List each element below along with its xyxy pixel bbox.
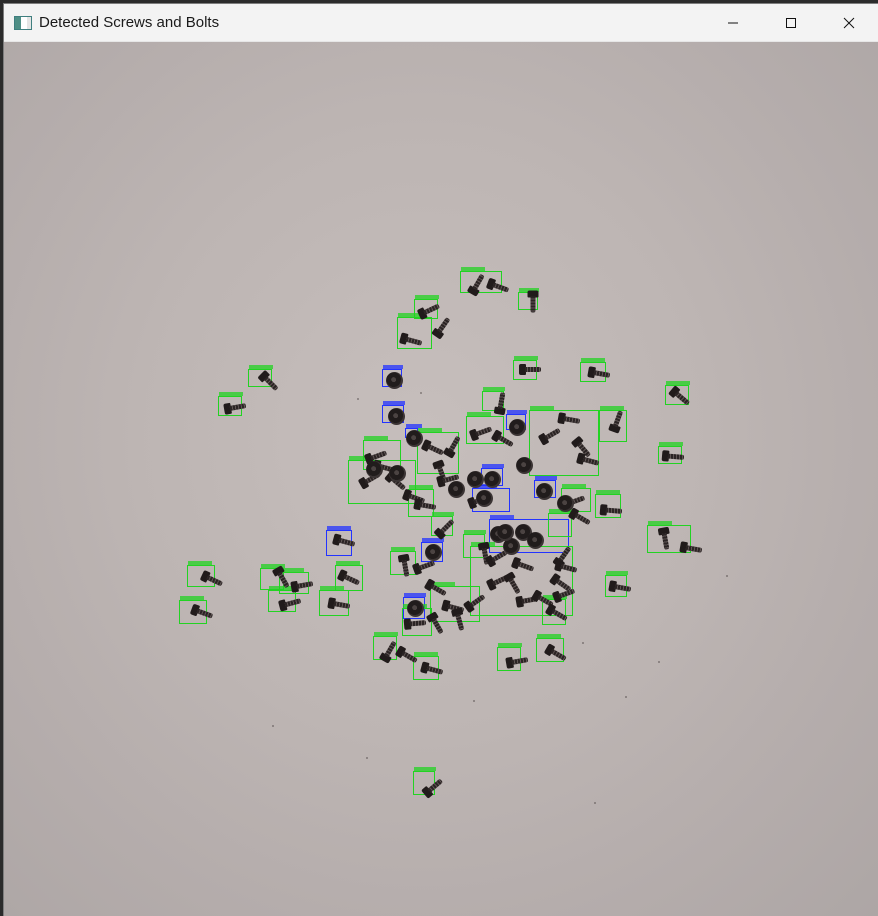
detection-label-mark	[600, 406, 624, 410]
screw	[290, 578, 314, 593]
detection-label-mark	[537, 634, 561, 638]
detection-label-mark	[336, 561, 360, 565]
close-icon	[843, 17, 855, 29]
bolt-head	[406, 430, 423, 447]
detection-label-mark	[180, 596, 204, 600]
screw	[223, 400, 247, 415]
detection-layer	[4, 42, 878, 916]
surface-speck	[366, 757, 368, 759]
bolt-head	[425, 544, 442, 561]
detection-label-mark	[188, 561, 212, 565]
surface-speck	[272, 725, 274, 727]
screw	[661, 450, 685, 463]
detection-label-mark	[461, 267, 485, 271]
detection-label-mark	[530, 406, 554, 410]
detection-label-mark	[418, 428, 442, 432]
bolt-head	[497, 524, 514, 541]
detection-label-mark	[467, 412, 491, 416]
app-window-icon	[14, 15, 32, 30]
detection-label-mark	[498, 643, 522, 647]
detection-label-mark	[219, 392, 243, 396]
detection-label-mark	[483, 387, 505, 391]
surface-speck	[726, 575, 728, 577]
detection-label-mark	[581, 358, 605, 362]
detection-label-mark	[535, 476, 557, 480]
screw	[505, 654, 529, 669]
detection-label-mark	[327, 526, 351, 530]
bolt-head	[476, 490, 493, 507]
bolt-head	[448, 481, 465, 498]
bolt-head	[366, 461, 383, 478]
detection-label-mark	[507, 410, 527, 414]
detection-label-mark	[409, 485, 433, 489]
screw	[679, 541, 703, 556]
surface-speck	[658, 661, 660, 663]
bolt-head	[509, 419, 526, 436]
close-button[interactable]	[820, 4, 878, 42]
screw	[257, 369, 280, 393]
screw	[527, 290, 539, 313]
surface-speck	[420, 392, 422, 394]
bolt-head	[407, 600, 424, 617]
minimize-button[interactable]	[704, 4, 762, 42]
detection-label-mark	[562, 484, 586, 488]
detection-label-mark	[596, 490, 620, 494]
bolt-head	[386, 372, 403, 389]
detection-label-mark	[383, 365, 403, 369]
bolt-head	[467, 471, 484, 488]
maximize-button[interactable]	[762, 4, 820, 42]
detection-label-mark	[464, 530, 486, 534]
detection-label-mark	[432, 512, 454, 516]
window-title: Detected Screws and Bolts	[39, 14, 220, 31]
window-controls	[704, 4, 878, 42]
detection-label-mark	[374, 632, 398, 636]
detection-label-mark	[482, 464, 504, 468]
minimize-icon	[728, 22, 738, 24]
maximize-icon	[786, 18, 796, 28]
screw	[403, 617, 427, 630]
detection-label-mark	[320, 586, 344, 590]
detection-label-mark	[383, 401, 405, 405]
detection-label-mark	[606, 571, 628, 575]
bolt-head	[484, 471, 501, 488]
bolt-head	[557, 495, 574, 512]
surface-speck	[582, 642, 584, 644]
detection-label-mark	[415, 295, 439, 299]
surface-speck	[594, 802, 596, 804]
detection-label-mark	[364, 436, 388, 440]
screw	[519, 364, 541, 375]
bolt-head	[536, 483, 553, 500]
detection-label-mark	[249, 365, 273, 369]
detection-label-mark	[490, 515, 514, 519]
detection-label-mark	[514, 356, 538, 360]
bolt-head	[389, 465, 406, 482]
detection-label-mark	[648, 521, 672, 525]
detection-label-mark	[666, 381, 690, 385]
surface-speck	[473, 700, 475, 702]
detection-label-mark	[414, 767, 436, 771]
screw	[599, 504, 623, 517]
bolt-head	[388, 408, 405, 425]
bolt-head	[527, 532, 544, 549]
detection-label-mark	[391, 547, 415, 551]
detected-screws-image	[4, 42, 878, 916]
surface-speck	[357, 398, 359, 400]
image-window: Detected Screws and Bolts	[4, 4, 878, 916]
window-titlebar[interactable]: Detected Screws and Bolts	[4, 4, 878, 42]
bolt-head	[516, 457, 533, 474]
surface-speck	[625, 696, 627, 698]
detection-label-mark	[404, 593, 426, 597]
detection-label-mark	[659, 442, 683, 446]
